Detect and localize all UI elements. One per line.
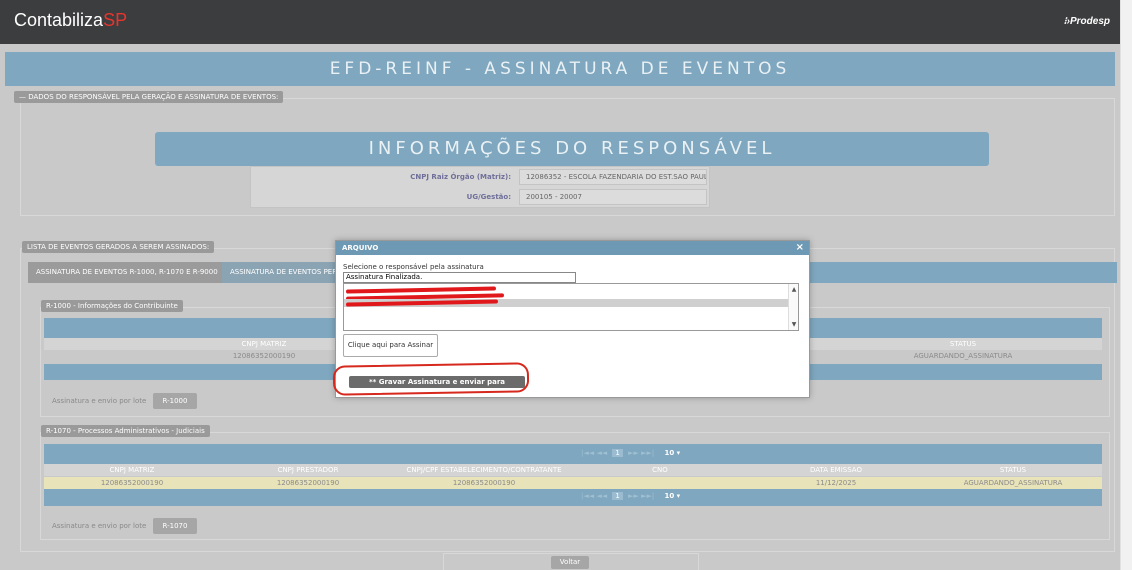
status-field[interactable]: Assinatura Finalizada.	[343, 272, 576, 283]
last-page-button[interactable]: ►►|	[641, 449, 654, 457]
next-page-button[interactable]: ►►	[628, 449, 639, 457]
prev-page-button[interactable]: ◄◄	[596, 449, 607, 457]
tab-eventos-periodicos[interactable]: ASSINATURA DE EVENTOS PERI	[222, 262, 348, 283]
table-cell: 12086352000190	[452, 479, 516, 487]
column-header[interactable]: STATUS	[924, 464, 1102, 476]
save-and-send-button[interactable]: ** Gravar Assinatura e enviar para Trans…	[349, 376, 525, 398]
close-icon[interactable]: ×	[796, 241, 804, 255]
info-label: UG/Gestão:	[466, 193, 511, 201]
lista-eventos-legend[interactable]: LISTA DE EVENTOS GERADOS A SEREM ASSINAD…	[22, 241, 215, 253]
info-responsavel-table: CNPJ Raiz Órgão (Matriz): 12086352 - ESC…	[250, 166, 710, 208]
page-size-select[interactable]: 10 ▾	[664, 492, 680, 500]
cell-status: AGUARDANDO_ASSINATURA	[913, 352, 1013, 360]
column-header[interactable]: CNO	[572, 464, 748, 476]
info-label: CNPJ Raiz Órgão (Matriz):	[410, 173, 511, 181]
responsavel-listbox[interactable]: ▲ ▼	[343, 283, 799, 331]
dialog-title: ARQUIVO ×	[336, 241, 809, 255]
table-cell: 12086352000190	[276, 479, 340, 487]
prodesp-text: Prodesp	[1069, 16, 1110, 27]
r1070-lote-button[interactable]: R-1070	[153, 518, 197, 534]
scroll-down-icon[interactable]: ▼	[790, 321, 798, 329]
page-scrollbar[interactable]	[1120, 0, 1132, 570]
responsavel-legend[interactable]: — DADOS DO RESPONSÁVEL PELA GERAÇÃO E AS…	[14, 91, 284, 103]
column-header[interactable]: DATA EMISSAO	[748, 464, 924, 476]
r1070-lote-label: Assinatura e envio por lote	[52, 522, 147, 530]
r1070-pager-bar: |◄◄ ◄◄ 1 ►► ►►| 10 ▾	[44, 444, 1102, 464]
page-title: EFD-REINF - ASSINATURA DE EVENTOS	[5, 52, 1115, 86]
pagination-bottom: |◄◄ ◄◄ 1 ►► ►►| 10 ▾	[581, 492, 680, 500]
scroll-up-icon[interactable]: ▲	[790, 286, 798, 294]
r1070-legend: R-1070 - Processos Administrativos - Jud…	[41, 425, 210, 437]
table-cell: 12086352000190	[100, 479, 164, 487]
column-header[interactable]: CNPJ/CPF ESTABELECIMENTO/CONTRATANTE	[396, 464, 572, 476]
r1000-lote-label: Assinatura e envio por lote	[52, 397, 147, 405]
first-page-button[interactable]: |◄◄	[581, 492, 594, 500]
column-header[interactable]: CNPJ MATRIZ	[44, 464, 220, 476]
tab-r1000-r1070-r9000[interactable]: ASSINATURA DE EVENTOS R-1000, R-1070 E R…	[28, 262, 226, 283]
logo-accent: SP	[103, 10, 128, 30]
page-size-select[interactable]: 10 ▾	[664, 449, 680, 457]
logo-text: Contabiliza	[14, 10, 104, 30]
column-header[interactable]: CNPJ PRESTADOR	[220, 464, 396, 476]
voltar-button[interactable]: Voltar	[551, 556, 589, 569]
prodesp-logo: ⁝›Prodesp	[1063, 16, 1110, 27]
responsavel-legend-text: DADOS DO RESPONSÁVEL PELA GERAÇÃO E ASSI…	[28, 93, 279, 101]
prev-page-button[interactable]: ◄◄	[596, 492, 607, 500]
info-row-cnpj: CNPJ Raiz Órgão (Matriz): 12086352 - ESC…	[251, 167, 711, 187]
top-bar: ContabilizaSP ⁝›Prodesp	[0, 0, 1120, 44]
r1000-lote-button[interactable]: R-1000	[153, 393, 197, 409]
listbox-scrollbar[interactable]: ▲ ▼	[788, 284, 798, 330]
pagination-top: |◄◄ ◄◄ 1 ►► ►►| 10 ▾	[581, 449, 680, 457]
sign-button[interactable]: Clique aqui para Assinar	[343, 334, 438, 357]
r1070-pager-bar-bottom: |◄◄ ◄◄ 1 ►► ►►| 10 ▾	[44, 489, 1102, 506]
info-value: 12086352 - ESCOLA FAZENDARIA DO EST.SAO …	[519, 169, 707, 185]
current-page[interactable]: 1	[612, 492, 623, 500]
table-row[interactable]: 12086352000190 12086352000190 1208635200…	[44, 477, 1102, 489]
dialog-title-text: ARQUIVO	[342, 244, 379, 252]
info-responsavel-title: INFORMAÇÕES DO RESPONSÁVEL	[155, 132, 989, 166]
r1070-table-header: CNPJ MATRIZ CNPJ PRESTADOR CNPJ/CPF ESTA…	[44, 464, 1102, 476]
info-value: 200105 - 20007	[519, 189, 707, 205]
info-row-ug: UG/Gestão: 200105 - 20007	[251, 187, 711, 207]
app-logo[interactable]: ContabilizaSP	[14, 10, 127, 31]
next-page-button[interactable]: ►►	[628, 492, 639, 500]
table-cell: AGUARDANDO_ASSINATURA	[963, 479, 1063, 487]
arquivo-dialog: ARQUIVO × Selecione o responsável pela a…	[335, 240, 810, 398]
select-responsavel-label: Selecione o responsável pela assinatura	[343, 263, 484, 271]
r1000-legend: R-1000 - Informações do Contribuinte	[41, 300, 183, 312]
redaction-mark	[345, 299, 499, 307]
table-cell: 11/12/2025	[815, 479, 857, 487]
first-page-button[interactable]: |◄◄	[581, 449, 594, 457]
current-page[interactable]: 1	[612, 449, 623, 457]
column-header[interactable]: STATUS	[824, 338, 1102, 350]
last-page-button[interactable]: ►►|	[641, 492, 654, 500]
list-item-selected[interactable]	[344, 299, 790, 307]
